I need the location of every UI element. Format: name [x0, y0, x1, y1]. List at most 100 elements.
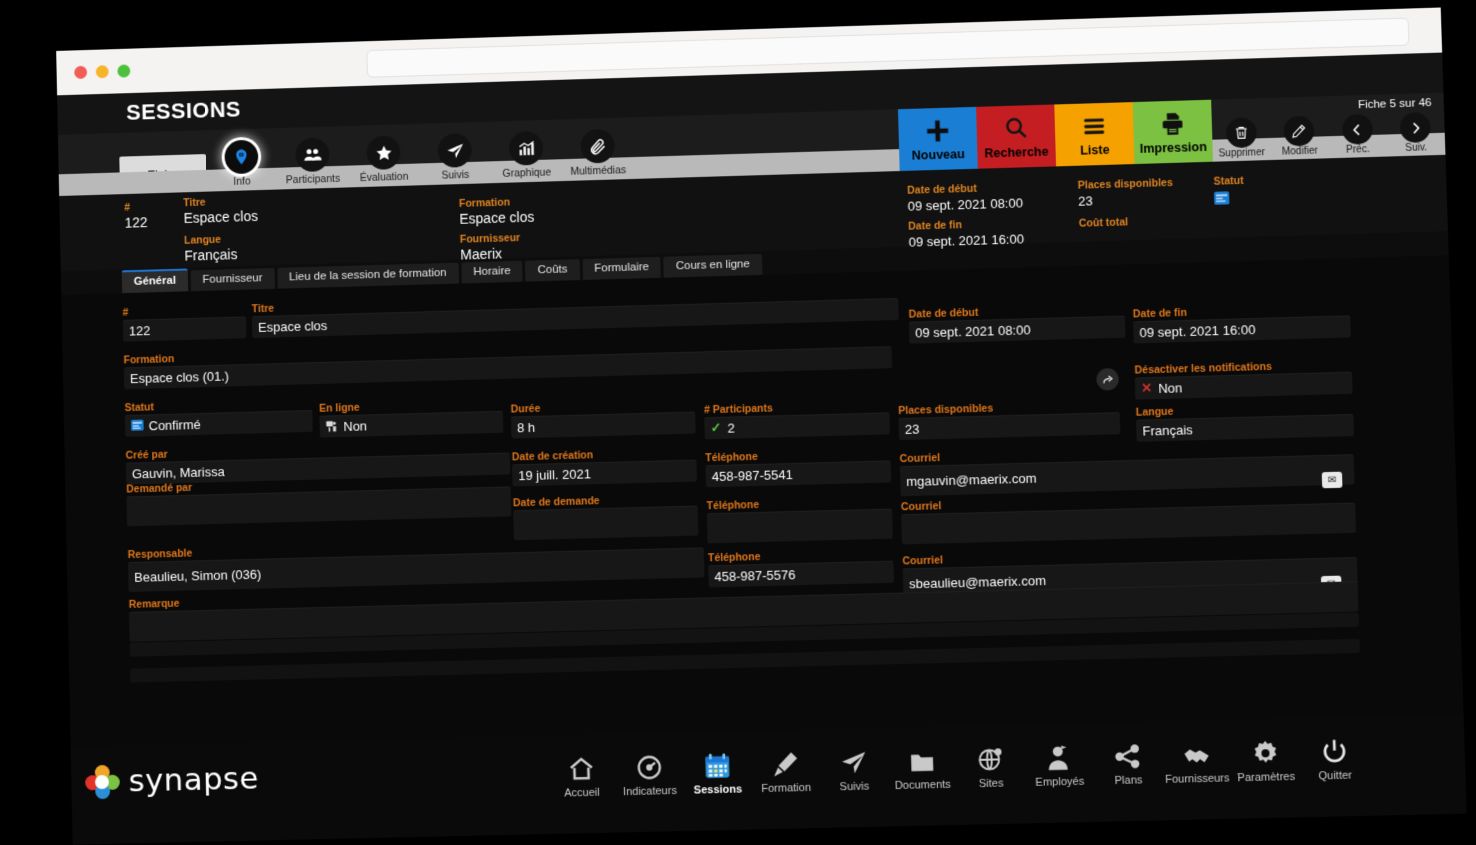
tab-cours-en-ligne[interactable]: Cours en ligne	[664, 254, 762, 278]
power-icon	[1320, 731, 1350, 766]
share-arrow-icon	[1096, 368, 1119, 391]
ribbon-item-participants[interactable]: Participants	[276, 126, 348, 190]
field-num-input[interactable]: 122	[123, 316, 247, 341]
nav-label: Employés	[1035, 776, 1084, 789]
impression-button[interactable]: Impression	[1133, 100, 1213, 164]
nav-label: Fournisseurs	[1165, 772, 1230, 786]
record-nav-cluster: Fiche 5 sur 46 Supprimer Modifier	[1211, 93, 1445, 162]
field-langue: Langue Français	[1136, 401, 1354, 442]
record-nav-icons: Supprimer Modifier Préc.	[1212, 111, 1446, 162]
nav-sites[interactable]: Sites	[956, 739, 1026, 791]
recherche-button[interactable]: Recherche	[976, 104, 1056, 168]
footer-nav: Accueil Indicateurs Sessions Formation	[547, 731, 1370, 800]
paper-plane-icon	[438, 133, 472, 168]
nav-label: Sites	[979, 777, 1004, 790]
action-label: Recherche	[984, 144, 1049, 160]
summary-num: # 122	[124, 201, 148, 231]
suivant-button[interactable]: Suiv.	[1386, 112, 1446, 157]
record-nav-label: Modifier	[1282, 146, 1318, 160]
field-telephone-cree: Téléphone 458-987-5541	[705, 447, 891, 487]
ribbon-item-info[interactable]: Info	[205, 128, 277, 191]
field-courriel-demande: Courriel	[901, 489, 1356, 544]
synapse-logo: synapse	[85, 760, 259, 800]
magnifier-icon	[1002, 114, 1029, 143]
nav-parametres[interactable]: Paramètres	[1230, 732, 1300, 784]
globe-pin-icon	[976, 739, 1005, 774]
paper-plane-icon	[838, 742, 869, 777]
summary-formation: Formation Espace clos	[459, 196, 535, 228]
minimize-window-button[interactable]	[96, 65, 109, 78]
share-nodes-icon	[1113, 736, 1142, 771]
tab-horaire[interactable]: Horaire	[461, 261, 523, 284]
record-nav-label: Suiv.	[1405, 142, 1427, 156]
tab-couts[interactable]: Coûts	[525, 259, 579, 281]
logo-text: synapse	[128, 760, 259, 799]
summary-fournisseur-label: Fournisseur	[460, 232, 521, 247]
nav-label: Plans	[1114, 774, 1142, 787]
field-num: # 122	[122, 304, 246, 342]
logo-dots-icon	[85, 765, 119, 800]
pencil-diagonal-icon	[771, 744, 800, 779]
ribbon-item-label: Participants	[286, 173, 341, 189]
traffic-lights	[74, 64, 130, 79]
field-places: Places disponibles 23	[898, 399, 1120, 440]
info-pin-icon	[224, 140, 258, 175]
ribbon-item-evaluation[interactable]: Évaluation	[347, 124, 420, 188]
ribbon-item-graphique[interactable]: Graphique	[490, 119, 563, 183]
status-badge-icon	[131, 420, 144, 432]
nav-quitter[interactable]: Quitter	[1299, 731, 1370, 783]
ribbon-item-label: Évaluation	[360, 171, 409, 187]
nav-sessions[interactable]: Sessions	[683, 745, 752, 797]
ribbon-item-multimedias[interactable]: Multimédias	[561, 117, 634, 181]
summary-date-fin-value: 09 sept. 2021 16:00	[908, 230, 1024, 250]
summary-cout: Coût total	[1079, 216, 1129, 230]
precedent-button[interactable]: Préc.	[1328, 113, 1387, 158]
nav-fournisseurs[interactable]: Fournisseurs	[1162, 734, 1232, 786]
nav-accueil[interactable]: Accueil	[547, 748, 616, 800]
field-telephone-demande-input[interactable]	[707, 509, 893, 544]
nav-indicateurs[interactable]: Indicateurs	[615, 747, 684, 799]
action-label: Liste	[1080, 142, 1110, 157]
liste-button[interactable]: Liste	[1054, 102, 1134, 166]
field-telephone-demande: Téléphone	[706, 495, 892, 543]
send-mail-cree-button[interactable]: ✉	[1322, 472, 1343, 489]
field-en-ligne-value: Non	[343, 418, 367, 434]
nav-label: Documents	[895, 779, 951, 792]
maximize-window-button[interactable]	[117, 64, 130, 77]
list-icon	[1081, 111, 1108, 140]
pencil-icon	[1284, 116, 1315, 147]
nav-employes[interactable]: Employés	[1024, 737, 1094, 789]
check-icon: ✓	[710, 420, 721, 436]
field-duree: Durée 8 h	[511, 399, 696, 439]
summary-formation-value: Espace clos	[459, 209, 534, 228]
forward-button[interactable]	[1096, 368, 1119, 391]
close-window-button[interactable]	[74, 66, 87, 79]
nouveau-button[interactable]: Nouveau	[898, 107, 978, 171]
tab-formulaire[interactable]: Formulaire	[582, 257, 661, 280]
envelope-icon: ✉	[1322, 472, 1343, 489]
people-icon	[295, 137, 329, 172]
trash-icon	[1226, 117, 1257, 148]
nav-label: Accueil	[564, 787, 600, 800]
field-titre: Titre Espace clos	[252, 285, 899, 338]
app-window: SESSIONS Fiche Info Participants	[56, 8, 1465, 805]
field-en-ligne: En ligne Non	[319, 398, 503, 438]
summary-date-fin: Date de fin 09 sept. 2021 16:00	[908, 217, 1024, 250]
home-icon	[566, 749, 597, 784]
nav-documents[interactable]: Documents	[887, 740, 957, 792]
supprimer-button[interactable]: Supprimer	[1212, 117, 1271, 162]
tab-general[interactable]: Général	[122, 268, 188, 293]
ribbon-item-suivis[interactable]: Suivis	[419, 122, 492, 186]
nav-formation[interactable]: Formation	[751, 743, 821, 795]
nav-suivis[interactable]: Suivis	[819, 742, 889, 794]
nav-label: Quitter	[1318, 770, 1352, 783]
field-desactiver-value: Non	[1158, 380, 1183, 396]
person-icon	[1044, 738, 1073, 773]
field-date-creation: Date de création 19 juill. 2021	[512, 447, 697, 487]
summary-places: Places disponibles 23	[1078, 177, 1174, 210]
summary-statut-label: Statut	[1213, 175, 1243, 189]
nav-plans[interactable]: Plans	[1093, 735, 1163, 787]
modifier-button[interactable]: Modifier	[1270, 115, 1329, 160]
screenshot-stage: SESSIONS Fiche Info Participants	[0, 0, 1476, 839]
tab-fournisseur[interactable]: Fournisseur	[190, 268, 274, 291]
